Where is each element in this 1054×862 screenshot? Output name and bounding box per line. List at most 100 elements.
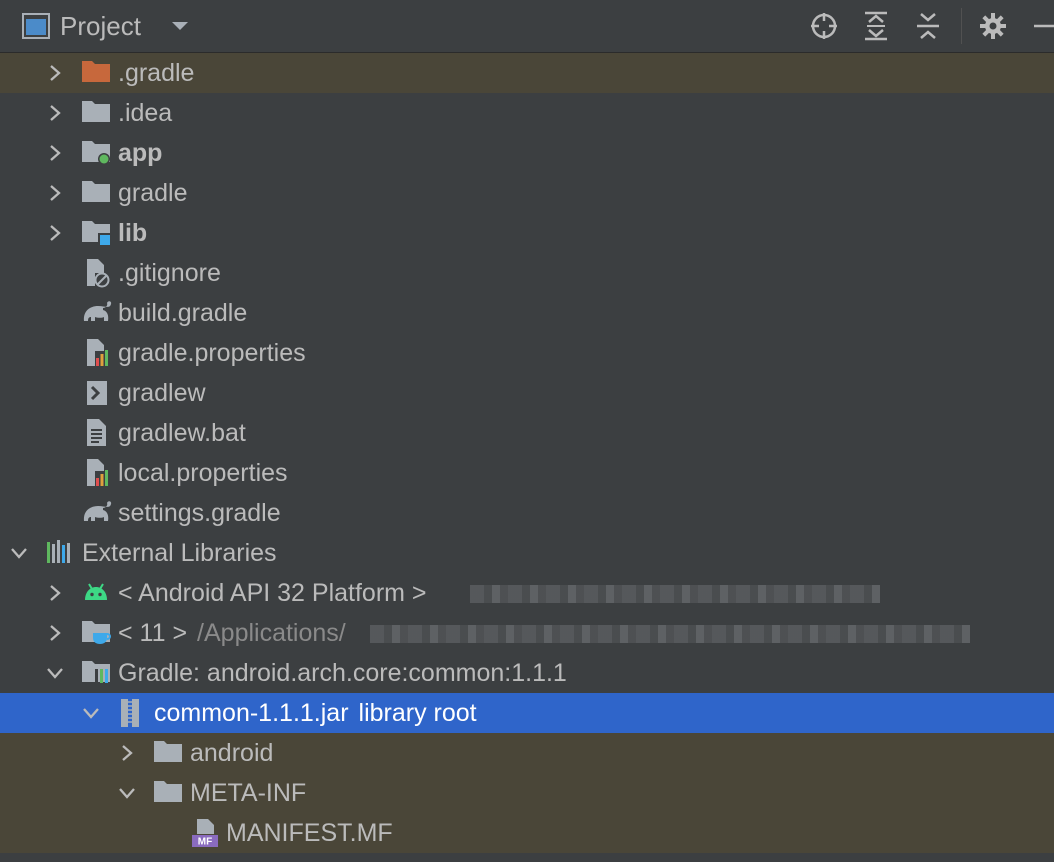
tree-item-label: build.gradle	[118, 298, 247, 328]
tree-item-label: settings.gradle	[118, 498, 281, 528]
folder-orange-icon	[81, 58, 113, 88]
tree-row[interactable]: META-INF	[0, 773, 1054, 813]
tree-row[interactable]: android	[0, 733, 1054, 773]
project-tree: .gradle .idea app gradle lib .gitignore build.…	[0, 53, 1054, 862]
project-tool-window: Project .gradle .idea app gradle lib .gitigno…	[0, 0, 1054, 862]
shell-script-icon	[81, 378, 113, 408]
tree-item-name: MANIFEST.MF	[226, 819, 393, 847]
view-dropdown-icon[interactable]	[170, 19, 190, 37]
jar-icon	[117, 698, 149, 728]
gradle-elephant-icon	[81, 498, 113, 528]
tree-item-label: gradle	[118, 178, 188, 208]
tree-row[interactable]: gradlew.bat	[0, 413, 1054, 453]
tree-item-label: MANIFEST.MF	[226, 818, 393, 848]
jdk-folder-icon	[81, 618, 113, 648]
tree-row[interactable]: gradle.properties	[0, 333, 1054, 373]
collapse-all-icon[interactable]	[912, 10, 944, 42]
library-root-suffix: library root	[358, 699, 477, 727]
libraries-icon	[45, 538, 77, 568]
locate-icon[interactable]	[808, 10, 840, 42]
folder-icon	[81, 178, 113, 208]
tree-item-label: .gradle	[118, 58, 194, 88]
tree-item-label: External Libraries	[82, 538, 277, 568]
tree-row[interactable]: gradle	[0, 173, 1054, 213]
properties-file-icon	[81, 458, 113, 488]
panel-title[interactable]: Project	[60, 10, 141, 42]
tree-item-name: .gradle	[118, 59, 195, 87]
tree-row[interactable]: .idea	[0, 93, 1054, 133]
redacted-path	[470, 585, 880, 603]
chevron-right-icon[interactable]	[117, 743, 137, 763]
tree-item-label: Gradle: android.arch.core:common:1.1.1	[118, 658, 567, 688]
tree-item-name: .gitignore	[118, 259, 221, 287]
tree-item-label: gradlew	[118, 378, 206, 408]
chevron-right-icon[interactable]	[45, 223, 65, 243]
tree-item-label: .idea	[118, 98, 172, 128]
tree-row[interactable]: common-1.1.1.jar library root	[0, 693, 1054, 733]
chevron-right-icon[interactable]	[45, 183, 65, 203]
tree-item-name: settings.gradle	[118, 499, 281, 527]
module-folder-green-icon	[81, 138, 113, 168]
tree-item-name: META-INF	[190, 779, 307, 807]
tree-item-label: local.properties	[118, 458, 288, 488]
tree-row[interactable]: .gitignore	[0, 253, 1054, 293]
gear-icon[interactable]	[977, 10, 1009, 42]
chevron-down-icon[interactable]	[9, 543, 29, 563]
tree-item-name: local.properties	[118, 459, 288, 487]
tree-row[interactable]: build.gradle	[0, 293, 1054, 333]
tree-row[interactable]: Gradle: android.arch.core:common:1.1.1	[0, 653, 1054, 693]
text-file-icon	[81, 418, 113, 448]
tree-item-label: < Android API 32 Platform >	[118, 578, 427, 608]
tree-item-name: lib	[118, 219, 148, 247]
tree-row[interactable]: settings.gradle	[0, 493, 1054, 533]
folder-icon	[153, 778, 185, 808]
tree-row[interactable]: app	[0, 133, 1054, 173]
ignore-file-icon	[81, 258, 113, 288]
chevron-right-icon[interactable]	[45, 143, 65, 163]
chevron-down-icon[interactable]	[117, 783, 137, 803]
tree-item-name: common-1.1.1.jar	[154, 699, 349, 727]
folder-icon	[81, 98, 113, 128]
tree-item-label: common-1.1.1.jar library root	[154, 698, 477, 728]
chevron-down-icon[interactable]	[81, 703, 101, 723]
chevron-right-icon[interactable]	[45, 63, 65, 83]
folder-icon	[153, 738, 185, 768]
tree-item-label: < 11 > /Applications/	[118, 618, 346, 648]
chevron-right-icon[interactable]	[45, 583, 65, 603]
gradle-elephant-icon	[81, 298, 113, 328]
minimize-icon[interactable]	[1030, 10, 1054, 42]
svg-text:MF: MF	[198, 837, 212, 848]
sdk-path: /Applications/	[197, 619, 346, 647]
manifest-file-icon: MF	[189, 818, 221, 848]
tree-item-label: META-INF	[190, 778, 306, 808]
redacted-path	[370, 625, 970, 643]
module-folder-blue-icon	[81, 218, 113, 248]
project-panel-header: Project	[0, 0, 1054, 53]
tree-item-label: lib	[118, 218, 147, 248]
library-icon	[81, 658, 113, 688]
tree-row[interactable]: MF MANIFEST.MF	[0, 813, 1054, 853]
tree-item-label: android	[190, 738, 273, 768]
tree-item-name: build.gradle	[118, 299, 248, 327]
tree-row[interactable]: External Libraries	[0, 533, 1054, 573]
chevron-right-icon[interactable]	[45, 103, 65, 123]
expand-all-icon[interactable]	[860, 10, 892, 42]
project-window-icon	[22, 13, 50, 44]
tree-item-label: gradle.properties	[118, 338, 306, 368]
tree-item-name: gradlew	[118, 379, 206, 407]
tree-item-name: gradlew.bat	[118, 419, 246, 447]
properties-file-icon	[81, 338, 113, 368]
tree-item-name: < Android API 32 Platform >	[118, 579, 427, 607]
tree-row[interactable]: < 11 > /Applications/	[0, 613, 1054, 653]
toolbar-separator	[961, 8, 962, 44]
tree-row[interactable]: < Android API 32 Platform >	[0, 573, 1054, 613]
tree-item-name: gradle	[118, 179, 188, 207]
chevron-down-icon[interactable]	[45, 663, 65, 683]
chevron-right-icon[interactable]	[45, 623, 65, 643]
tree-item-name: Gradle: android.arch.core:common:1.1.1	[118, 659, 567, 687]
tree-row[interactable]: .gradle	[0, 53, 1054, 93]
tree-item-name: .idea	[118, 99, 173, 127]
tree-row[interactable]: local.properties	[0, 453, 1054, 493]
tree-row[interactable]: lib	[0, 213, 1054, 253]
tree-row[interactable]: gradlew	[0, 373, 1054, 413]
